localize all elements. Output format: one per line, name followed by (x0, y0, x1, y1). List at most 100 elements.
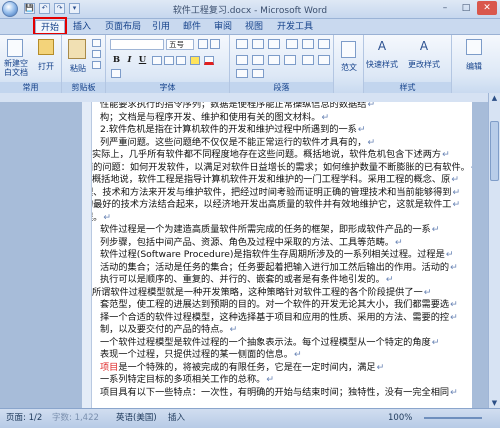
ribbon: 新建空白文档 打开 常用 粘贴 剪贴板 五号 B I U 字体 段落 范文 A … (0, 34, 500, 94)
document-line[interactable]: 2.软件危机是指在计算机软件的开发和维护过程中所遇到的一系↵ (92, 124, 472, 137)
document-line[interactable]: 项目是一个特殊的，将被完成的有限任务，它是在一定时间内，满足↵ (92, 362, 472, 375)
minimize-button[interactable]: – (435, 1, 455, 15)
text-effects-icon[interactable] (111, 69, 121, 78)
increase-indent-icon[interactable] (302, 39, 314, 49)
multilevel-list-icon[interactable] (268, 39, 280, 49)
strikethrough-icon[interactable] (152, 56, 162, 65)
line-spacing-icon[interactable] (302, 55, 314, 65)
paragraph-mark-icon: ↵ (367, 102, 376, 110)
document-line-text: 理、技术和方法来开发与维护软件，把经过时间考验而证明正确的管理技术和当前能够得到 (92, 186, 452, 198)
zoom-slider[interactable] (424, 417, 482, 419)
copy-icon[interactable] (92, 50, 101, 58)
document-line[interactable]: 择一个合适的软件过程模型，这种选择基于项目和应用的性质、采用的方法、需要的控↵ (92, 312, 472, 325)
zoom-level[interactable]: 100% (388, 409, 412, 428)
underline-button[interactable]: U (137, 55, 148, 66)
document-line[interactable]: 软件过程(Software Procedure)是指软件生存周期所涉及的一系列相… (92, 249, 472, 262)
document-line[interactable]: 构；文档是与程序开发、维护和使用有关的图文材料。↵ (92, 112, 472, 125)
document-line[interactable]: 的最好的技术方法结合起来，以经济地开发出高质量的软件并有效地维护它，这就是软件工… (92, 199, 472, 212)
tab-view[interactable]: 视图 (240, 20, 268, 34)
grow-font-icon[interactable] (198, 39, 208, 49)
language-status[interactable]: 英语(美国) (116, 409, 157, 428)
tab-references[interactable]: 引用 (147, 20, 175, 34)
fanwen-label[interactable]: 范文 (341, 62, 357, 73)
scroll-thumb[interactable] (490, 121, 499, 181)
document-line[interactable]: 执行可以是顺序的、重复的、并行的、嵌套的或者是有条件地引发的。↵ (92, 274, 472, 287)
vertical-scrollbar[interactable]: ▲ ▼ (488, 93, 500, 408)
format-painter-icon[interactable] (92, 61, 101, 69)
document-line-text: 程。 (92, 211, 103, 223)
document-page[interactable]: 性能要求执行的指令序列；数据是使程序能正常操纵信息的数据结↵ 构；文档是与程序开发… (92, 102, 472, 408)
tab-page-layout[interactable]: 页面布局 (100, 20, 146, 34)
scroll-up-icon[interactable]: ▲ (489, 93, 500, 103)
edit-label[interactable]: 编辑 (466, 61, 482, 72)
fanwen-icon[interactable] (341, 41, 356, 58)
document-line[interactable]: 活动的集合；活动是任务的集合；任务要起着把输入进行加工然后输出的作用。活动的↵ (92, 262, 472, 275)
document-line[interactable]: 制，以及要交付的产品的特点。↵ (92, 324, 472, 337)
new-blank-label[interactable]: 新建空白文档 (2, 59, 30, 77)
document-line[interactable]: 理、技术和方法来开发与维护软件，把经过时间考验而证明正确的管理技术和当前能够得到… (92, 187, 472, 200)
tab-insert[interactable]: 插入 (68, 20, 96, 34)
find-binoculars-icon[interactable] (466, 39, 482, 55)
document-line[interactable]: 概括地说，软件工程是指导计算机软件开发和维护的一门工程学科。采用工程的概念、原↵ (92, 174, 472, 187)
group-clipboard-label: 剪贴板 (62, 82, 105, 93)
quick-style-icon[interactable]: A (374, 39, 390, 55)
open-folder-icon[interactable] (38, 39, 54, 55)
font-size-combo[interactable]: 五号 (166, 39, 194, 50)
highlight-color-icon[interactable] (190, 56, 200, 65)
decrease-indent-icon[interactable] (286, 39, 298, 49)
close-button[interactable]: ✕ (477, 1, 497, 15)
page-count[interactable]: 页面: 1/2 (6, 409, 42, 428)
cut-icon[interactable] (92, 39, 101, 47)
paragraph-mark-icon: ↵ (450, 386, 458, 398)
change-style-icon[interactable]: A (416, 39, 432, 55)
bold-button[interactable]: B (111, 55, 122, 66)
document-line[interactable]: 性能要求执行的指令序列；数据是使程序能正常操纵信息的数据结↵ (92, 102, 472, 112)
document-line[interactable]: 所谓软件过程模型就是一种开发策略，这种策略针对软件工程的各个阶段提供了一↵ (92, 287, 472, 300)
font-color-icon[interactable] (204, 56, 214, 65)
tab-review[interactable]: 审阅 (209, 20, 237, 34)
paste-icon[interactable] (68, 39, 86, 59)
group-style-label: 样式 (364, 82, 451, 93)
sort-icon[interactable] (318, 39, 330, 49)
bullets-icon[interactable] (236, 39, 248, 49)
document-line[interactable]: 列步骤，包括中间产品、资源、角色及过程中采取的方法、工具等范畴。↵ (92, 237, 472, 250)
font-name-combo[interactable] (110, 39, 164, 50)
justify-icon[interactable] (284, 55, 296, 65)
document-line[interactable]: 一个软件过程模型是软件过程的一个抽象表示法。每个过程模型从一个特定的角度↵ (92, 337, 472, 350)
align-left-icon[interactable] (236, 55, 248, 65)
shrink-font-icon[interactable] (210, 39, 220, 49)
italic-button[interactable]: I (124, 55, 135, 66)
open-label[interactable]: 打开 (38, 61, 54, 72)
document-line[interactable]: 套范型，使工程的进展达到预期的目的。对一个软件的开发无论其大小，我们都需要选↵ (92, 299, 472, 312)
maximize-button[interactable]: □ (456, 1, 476, 15)
change-style-label[interactable]: 更改样式 (408, 59, 440, 70)
borders-icon[interactable] (252, 69, 264, 78)
tab-developer[interactable]: 开发工具 (272, 20, 318, 34)
subscript-icon[interactable] (164, 56, 174, 65)
vertical-ruler[interactable] (82, 102, 92, 408)
document-line[interactable]: 程。↵ (92, 212, 472, 225)
word-count[interactable]: 字数: 1,422 (52, 409, 99, 428)
align-right-icon[interactable] (268, 55, 280, 65)
document-body[interactable]: 性能要求执行的指令序列；数据是使程序能正常操纵信息的数据结↵ 构；文档是与程序开发… (92, 102, 472, 399)
document-line[interactable]: 面的问题：如何开发软件，以满足对软件日益增长的需求；如何维护数量不断膨胀的已有软… (92, 162, 472, 175)
superscript-icon[interactable] (176, 56, 186, 65)
quick-style-label[interactable]: 快速样式 (366, 59, 398, 70)
document-line[interactable]: 实际上，几乎所有软件都不同程度地存在这些问题。概括地说，软件危机包含下述两方↵ (92, 149, 472, 162)
scroll-down-icon[interactable]: ▼ (489, 398, 500, 408)
tab-mailings[interactable]: 邮件 (178, 20, 206, 34)
show-marks-icon[interactable] (318, 55, 330, 65)
align-center-icon[interactable] (252, 55, 264, 65)
insert-mode[interactable]: 插入 (168, 409, 185, 428)
document-line[interactable]: 软件过程是一个为建造高质量软件所需完成的任务的框架，即形成软件产品的一系↵ (92, 224, 472, 237)
paragraph-mark-icon: ↵ (321, 111, 330, 123)
document-line[interactable]: 列严重问题。这些问题绝不仅仅是不能正常运行的软件才具有的，↵ (92, 137, 472, 150)
paste-label[interactable]: 粘贴 (70, 63, 86, 74)
document-line[interactable]: 表现一个过程，只提供过程的某一侧面的信息。↵ (92, 349, 472, 362)
document-line[interactable]: 一系列特定目标的多项相关工作的总称。↵ (92, 374, 472, 387)
new-document-icon[interactable] (7, 39, 23, 57)
document-line[interactable]: 项目具有以下一些特点：一次性，有明确的开始与结束时间；独特性，没有一完全相同↵ (92, 387, 472, 400)
numbering-icon[interactable] (252, 39, 264, 49)
paragraph-mark-icon: ↵ (445, 249, 454, 260)
shading-icon[interactable] (236, 69, 248, 78)
